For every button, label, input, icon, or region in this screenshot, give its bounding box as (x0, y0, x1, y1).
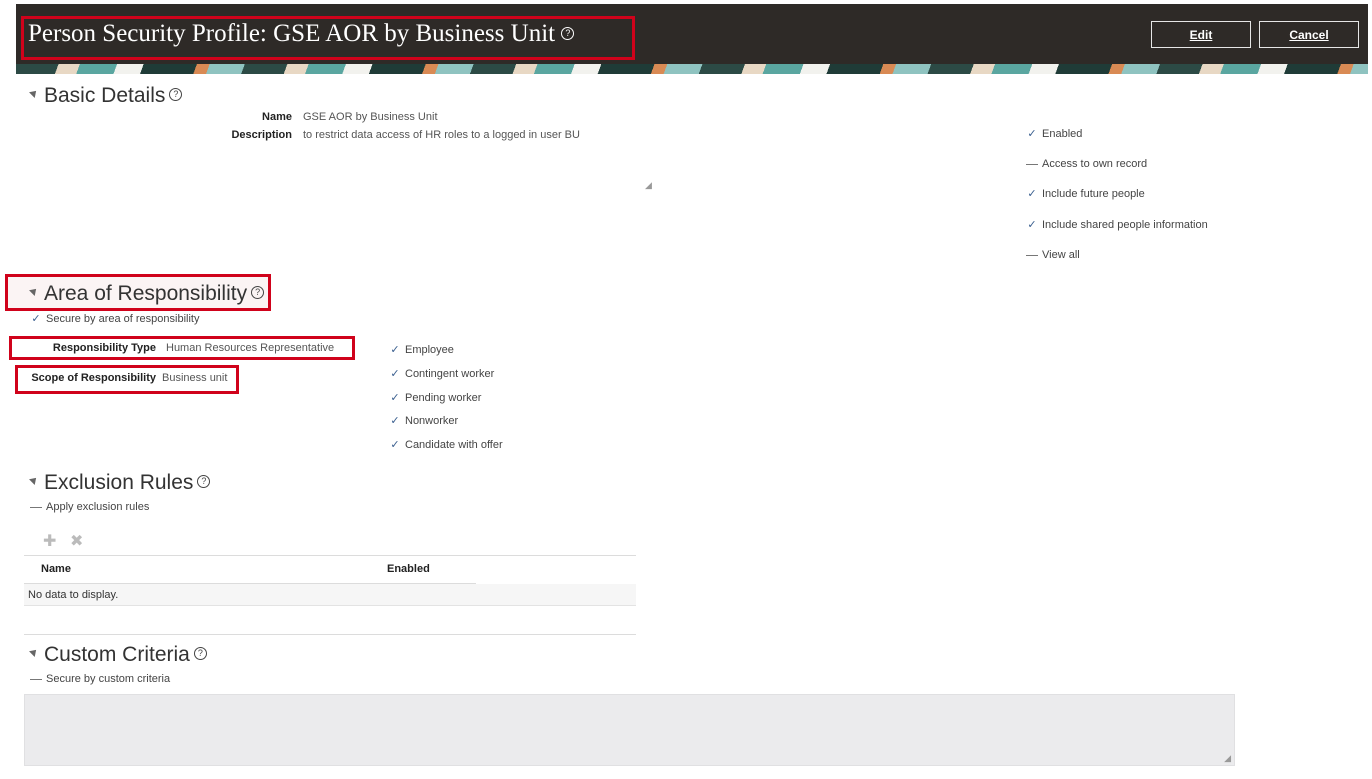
empty-table-message: No data to display. (28, 589, 119, 601)
option-view-all: View all (1026, 249, 1080, 261)
scope-value: Business unit (162, 372, 228, 384)
unchecked-dash-icon (1026, 163, 1038, 165)
option-include-shared-people: ✓ Include shared people information (1027, 219, 1208, 231)
decorative-banner (16, 64, 1368, 74)
checkmark-icon: ✓ (390, 392, 400, 404)
collapse-triangle-icon[interactable] (29, 88, 39, 99)
section-title: Custom Criteria (44, 643, 190, 666)
checkmark-icon: ✓ (390, 439, 400, 451)
checkmark-icon: ✓ (390, 344, 400, 356)
section-area-of-responsibility[interactable]: Area of Responsibility? (29, 281, 265, 307)
name-value: GSE AOR by Business Unit (303, 111, 438, 123)
help-icon[interactable]: ? (169, 87, 183, 101)
checkmark-icon: ✓ (1027, 219, 1037, 231)
plus-icon[interactable]: ✚ (43, 531, 56, 551)
cancel-button[interactable]: Cancel (1259, 21, 1359, 48)
column-header-name[interactable]: Name (41, 563, 71, 575)
custom-criteria-textarea[interactable]: ◢ (24, 694, 1235, 766)
unchecked-dash-icon (1026, 254, 1038, 256)
person-type-nonworker: ✓ Nonworker (390, 415, 459, 427)
table-top-border (24, 555, 636, 556)
page-title: Person Security Profile: GSE AOR by Busi… (28, 18, 575, 50)
checkmark-icon: ✓ (1027, 188, 1037, 200)
section-title: Exclusion Rules (44, 471, 194, 494)
section-divider (24, 634, 636, 635)
unchecked-dash-icon (30, 678, 42, 680)
help-icon[interactable]: ? (197, 474, 211, 488)
help-icon[interactable]: ? (193, 646, 207, 660)
responsibility-type-label: Responsibility Type (52, 342, 156, 354)
secure-by-aor: ✓ Secure by area of responsibility (31, 313, 200, 325)
section-title: Basic Details (44, 84, 166, 107)
section-exclusion-rules[interactable]: Exclusion Rules? (29, 470, 211, 496)
help-icon[interactable]: ? (251, 285, 265, 299)
checkmark-icon: ✓ (1027, 128, 1037, 140)
x-icon[interactable]: ✖ (70, 531, 83, 551)
section-custom-criteria[interactable]: Custom Criteria? (29, 642, 207, 668)
table-row: No data to display. (24, 584, 636, 606)
person-type-employee: ✓ Employee (390, 344, 454, 356)
description-value: to restrict data access of HR roles to a… (303, 129, 580, 141)
name-label: Name (262, 111, 292, 123)
unchecked-dash-icon (30, 506, 42, 508)
section-title: Area of Responsibility (44, 282, 248, 305)
column-header-enabled[interactable]: Enabled (387, 563, 430, 575)
collapse-triangle-icon[interactable] (29, 475, 39, 486)
apply-exclusion-rules: Apply exclusion rules (30, 501, 149, 513)
collapse-triangle-icon[interactable] (29, 647, 39, 658)
edit-button[interactable]: Edit (1151, 21, 1251, 48)
person-type-contingent-worker: ✓ Contingent worker (390, 368, 495, 380)
resize-grip-icon[interactable]: ◢ (645, 180, 652, 191)
checkmark-icon: ✓ (390, 368, 400, 380)
section-basic-details[interactable]: Basic Details? (29, 83, 183, 109)
description-label: Description (231, 129, 292, 141)
checkmark-icon: ✓ (390, 415, 400, 427)
secure-by-custom-criteria: Secure by custom criteria (30, 673, 170, 685)
responsibility-type-value: Human Resources Representative (166, 342, 335, 354)
option-access-own-record: Access to own record (1026, 158, 1147, 170)
collapse-triangle-icon[interactable] (29, 286, 39, 297)
option-enabled: ✓ Enabled (1027, 128, 1083, 140)
person-type-candidate-with-offer: ✓ Candidate with offer (390, 439, 503, 451)
help-icon[interactable]: ? (561, 26, 575, 40)
person-type-pending-worker: ✓ Pending worker (390, 392, 482, 404)
scope-label: Scope of Responsibility (31, 372, 156, 384)
checkmark-icon: ✓ (31, 313, 41, 325)
resize-grip-icon[interactable]: ◢ (1224, 753, 1231, 764)
option-include-future-people: ✓ Include future people (1027, 188, 1145, 200)
page-title-text: Person Security Profile: GSE AOR by Busi… (28, 20, 556, 47)
